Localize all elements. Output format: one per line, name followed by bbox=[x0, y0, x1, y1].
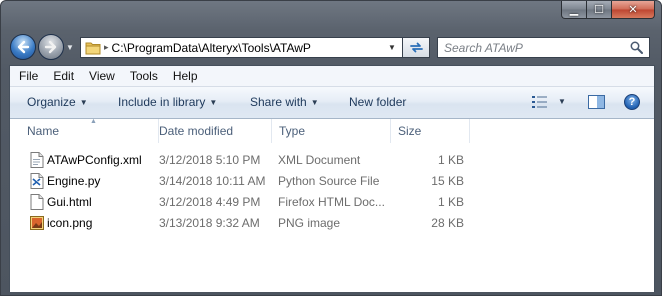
column-headers: ▲ Name Date modified Type Size bbox=[10, 118, 654, 143]
png-file-icon bbox=[30, 216, 44, 230]
search-icon bbox=[630, 41, 643, 54]
xml-file-icon bbox=[30, 152, 44, 168]
back-button[interactable] bbox=[10, 34, 36, 60]
address-bar[interactable]: ▸ C:\ProgramData\Alteryx\Tools\ATAwP bbox=[80, 37, 403, 58]
search-placeholder: Search ATAwP bbox=[444, 40, 523, 55]
address-path: C:\ProgramData\Alteryx\Tools\ATAwP bbox=[111, 40, 311, 55]
file-type: Firefox HTML Doc... bbox=[278, 195, 385, 209]
maximize-icon: ☐ bbox=[594, 4, 604, 16]
file-type: XML Document bbox=[278, 153, 361, 167]
html-file-icon bbox=[30, 194, 44, 210]
new-folder-button[interactable]: New folder bbox=[349, 95, 406, 109]
menu-view[interactable]: View bbox=[80, 69, 121, 83]
file-row[interactable]: Gui.html 3/12/2018 4:49 PM Firefox HTML … bbox=[10, 192, 654, 213]
change-view-icon[interactable] bbox=[532, 96, 548, 108]
window-bottom-border bbox=[1, 292, 661, 295]
organize-label: Organize bbox=[27, 95, 76, 109]
file-name: ATAwPConfig.xml bbox=[47, 153, 142, 167]
file-date: 3/13/2018 9:32 AM bbox=[159, 216, 260, 230]
file-row[interactable]: ATAwPConfig.xml 3/12/2018 5:10 PM XML Do… bbox=[10, 150, 654, 171]
refresh-button[interactable] bbox=[403, 37, 430, 58]
column-header-name[interactable]: ▲ Name bbox=[18, 118, 159, 143]
refresh-icon bbox=[409, 42, 423, 53]
file-row[interactable]: Engine.py 3/14/2018 10:11 AM Python Sour… bbox=[10, 171, 654, 192]
organize-button[interactable]: Organize ▼ bbox=[27, 95, 88, 109]
recent-pages-button[interactable]: ▼ bbox=[66, 43, 74, 52]
menu-help[interactable]: Help bbox=[164, 69, 204, 83]
column-header-type[interactable]: Type bbox=[271, 119, 391, 143]
column-size-label: Size bbox=[398, 124, 422, 138]
file-type: PNG image bbox=[278, 216, 341, 230]
forward-button[interactable] bbox=[38, 34, 64, 60]
chevron-down-icon: ▼ bbox=[79, 98, 88, 107]
explorer-window: ▁ ☐ ✕ ▼ ▸ C:\ProgramData\Alteryx\Tools\A… bbox=[0, 0, 662, 296]
share-with-label: Share with bbox=[250, 95, 307, 109]
navigation-bar: ▼ ▸ C:\ProgramData\Alteryx\Tools\ATAwP ▼… bbox=[1, 29, 661, 65]
file-date: 3/12/2018 5:10 PM bbox=[159, 153, 261, 167]
column-header-date-modified[interactable]: Date modified bbox=[151, 119, 272, 143]
file-size: 1 KB bbox=[437, 195, 464, 209]
file-date: 3/14/2018 10:11 AM bbox=[159, 174, 266, 188]
file-date: 3/12/2018 4:49 PM bbox=[159, 195, 261, 209]
address-dropdown-button[interactable]: ▼ bbox=[382, 38, 402, 57]
column-date-label: Date modified bbox=[159, 124, 234, 138]
file-type: Python Source File bbox=[278, 174, 380, 188]
new-folder-label: New folder bbox=[349, 95, 407, 109]
column-name-label: Name bbox=[27, 124, 60, 138]
chevron-down-icon: ▼ bbox=[209, 98, 218, 107]
file-size: 28 KB bbox=[431, 216, 464, 230]
help-button[interactable]: ? bbox=[624, 94, 640, 110]
caption-buttons: ▁ ☐ ✕ bbox=[561, 1, 655, 20]
sort-ascending-icon: ▲ bbox=[90, 118, 97, 125]
menu-edit[interactable]: Edit bbox=[44, 69, 80, 83]
share-with-button[interactable]: Share with ▼ bbox=[250, 95, 319, 109]
file-name: Gui.html bbox=[47, 195, 92, 209]
search-box[interactable]: Search ATAwP bbox=[437, 37, 650, 58]
command-bar: Organize ▼ Include in library ▼ Share with… bbox=[10, 87, 654, 119]
minimize-icon: ▁ bbox=[569, 4, 579, 16]
python-file-icon bbox=[30, 173, 44, 189]
close-button[interactable]: ✕ bbox=[612, 1, 655, 19]
menu-file[interactable]: File bbox=[10, 69, 44, 83]
column-type-label: Type bbox=[279, 124, 306, 138]
file-size: 1 KB bbox=[437, 153, 464, 167]
menu-tools[interactable]: Tools bbox=[121, 69, 164, 83]
folder-icon bbox=[85, 42, 101, 54]
minimize-button[interactable]: ▁ bbox=[561, 1, 587, 19]
view-options-dropdown[interactable]: ▼ bbox=[558, 97, 566, 106]
back-arrow-icon bbox=[17, 40, 30, 54]
file-name: Engine.py bbox=[47, 174, 101, 188]
forward-arrow-icon bbox=[44, 40, 57, 54]
preview-pane-icon[interactable] bbox=[588, 95, 605, 109]
close-icon: ✕ bbox=[628, 4, 638, 16]
menu-bar: File Edit View Tools Help bbox=[10, 66, 654, 87]
breadcrumb-separator-icon: ▸ bbox=[104, 42, 109, 52]
explorer-client-area: File Edit View Tools Help Organize ▼ Incl… bbox=[9, 65, 655, 295]
chevron-down-icon: ▼ bbox=[310, 98, 319, 107]
file-name: icon.png bbox=[47, 216, 93, 230]
include-in-library-button[interactable]: Include in library ▼ bbox=[118, 95, 217, 109]
maximize-button[interactable]: ☐ bbox=[587, 1, 612, 19]
help-icon: ? bbox=[628, 96, 636, 108]
file-size: 15 KB bbox=[431, 174, 464, 188]
include-in-library-label: Include in library bbox=[118, 95, 206, 109]
file-row[interactable]: icon.png 3/13/2018 9:32 AM PNG image 28 … bbox=[10, 213, 654, 234]
column-header-size[interactable]: Size bbox=[390, 119, 470, 143]
